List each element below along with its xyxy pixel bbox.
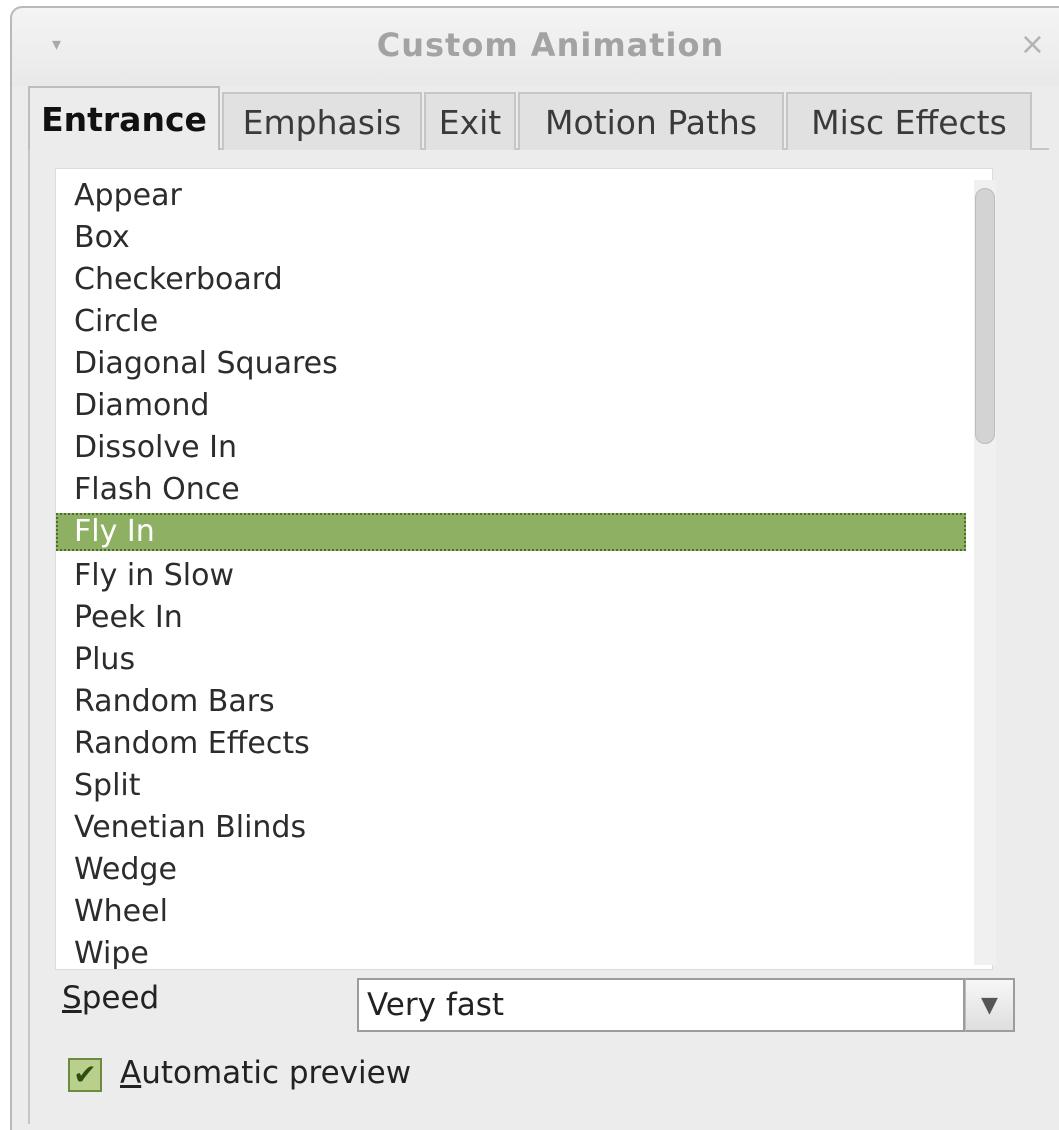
list-item[interactable]: Circle — [56, 303, 966, 341]
dropdown-arrow-icon[interactable]: ▼ — [965, 978, 1015, 1032]
list-item[interactable]: Split — [56, 767, 966, 805]
list-item[interactable]: Flash Once — [56, 471, 966, 509]
list-item[interactable]: Wedge — [56, 851, 966, 889]
speed-label: Speed — [62, 980, 159, 1016]
list-item[interactable]: Dissolve In — [56, 429, 966, 467]
list-item[interactable]: Random Bars — [56, 683, 966, 721]
list-item[interactable]: Box — [56, 219, 966, 257]
preview-label-text: utomatic preview — [141, 1055, 412, 1091]
tab-entrance[interactable]: Entrance — [28, 86, 220, 150]
list-item[interactable]: Appear — [56, 177, 966, 215]
checkmark-icon: ✔ — [73, 1058, 97, 1091]
tab-exit[interactable]: Exit — [424, 92, 516, 150]
list-item[interactable]: Diamond — [56, 387, 966, 425]
speed-select[interactable]: Very fast — [357, 978, 965, 1032]
close-icon[interactable]: × — [1020, 30, 1045, 60]
automatic-preview-label[interactable]: Automatic preview — [120, 1055, 411, 1091]
automatic-preview-checkbox[interactable]: ✔ — [68, 1058, 102, 1092]
speed-label-text: peed — [81, 980, 160, 1016]
effect-tabs: Entrance Emphasis Exit Motion Paths Misc… — [28, 86, 1034, 150]
list-item[interactable]: Wheel — [56, 893, 966, 931]
list-scrollbar[interactable] — [974, 180, 996, 965]
tab-motion-paths[interactable]: Motion Paths — [518, 92, 784, 150]
list-item[interactable]: Wipe — [56, 935, 966, 969]
tab-misc-effects[interactable]: Misc Effects — [786, 92, 1032, 150]
list-item[interactable]: Venetian Blinds — [56, 809, 966, 847]
title-bar: ▾ Custom Animation × — [12, 8, 1059, 86]
dialog-title: Custom Animation — [376, 26, 725, 64]
effects-list[interactable]: Appear Box Checkerboard Circle Diagonal … — [55, 168, 993, 970]
list-item[interactable]: Diagonal Squares — [56, 345, 966, 383]
speed-label-mnemonic: S — [62, 980, 82, 1016]
list-item[interactable]: Random Effects — [56, 725, 966, 763]
preview-label-mnemonic: A — [120, 1055, 142, 1091]
list-item[interactable]: Plus — [56, 641, 966, 679]
list-item[interactable]: Checkerboard — [56, 261, 966, 299]
list-item[interactable]: Fly in Slow — [56, 557, 966, 595]
scrollbar-thumb[interactable] — [975, 188, 995, 444]
list-item[interactable]: Peek In — [56, 599, 966, 637]
tab-emphasis[interactable]: Emphasis — [222, 92, 422, 150]
list-item-selected[interactable]: Fly In — [56, 513, 966, 551]
